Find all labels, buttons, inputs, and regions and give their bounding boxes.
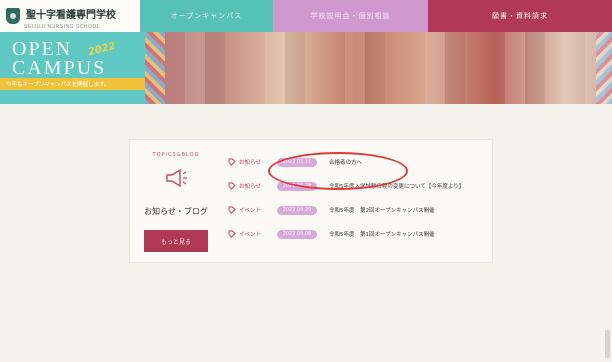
tag-icon [228,158,236,166]
hero-announcement-text: 今年もオープンキャンパスを開催します。 [6,82,110,88]
news-item-1[interactable]: お知らせ 2022.05.11 合格者の方へ [222,150,484,174]
news-item-3[interactable]: イベント 2022.04.20 令和5年度 第2回オープンキャンパス開催 [222,198,484,222]
nav-event[interactable]: 学校説明会・個別相談 [273,0,428,32]
news-category: お知らせ [239,160,261,166]
school-subtitle: SEIJUJI NURSING SCHOOL [24,24,101,30]
news-date: 2022.04.08 [282,231,312,237]
news-date: 2022.05.11 [282,159,312,165]
nav-event-label: 学校説明会・個別相談 [310,12,391,20]
nav-apply[interactable]: 願書・資料請求 [428,0,612,32]
hero-shade [145,32,612,104]
tag-icon [228,182,236,190]
news-title: 令和5年度 第2回オープンキャンパス開催 [329,208,435,214]
news-card: TOPICS&BLOG お知らせ・ブログ もっと見る お知らせ 2022.05.… [130,140,492,262]
news-list: お知らせ 2022.05.11 合格者の方へ お知らせ 2022.04.28 令… [222,150,484,246]
megaphone-icon [166,168,187,188]
tag-icon [228,206,236,214]
news-date-badge: 2022.04.28 [277,181,317,191]
shield-icon [6,8,20,24]
view-more-label: もっと見る [160,238,191,246]
hero-photo [145,32,612,104]
page: 聖十字看護専門学校 SEIJUJI NURSING SCHOOL オープンキャン… [0,0,612,362]
news-category: イベント [239,232,262,238]
nav-apply-label: 願書・資料請求 [492,12,548,20]
scrollbar[interactable] [605,330,610,358]
news-date-badge: 2022.04.20 [277,205,317,215]
news-category: イベント [239,208,262,214]
news-date-badge: 2022.05.11 [277,157,317,167]
news-item-2[interactable]: お知らせ 2022.04.28 令和5年度入学試験日程の変更について【今年度より… [222,174,484,198]
top-navigation-bar: 聖十字看護専門学校 SEIJUJI NURSING SCHOOL オープンキャン… [0,0,612,32]
news-date: 2022.04.28 [282,183,312,189]
news-date: 2022.04.20 [282,207,312,213]
news-title: 令和5年度 第1回オープンキャンパス開催 [329,232,435,238]
topics-label: TOPICS&BLOG [152,152,200,158]
hero-announcement: 今年もオープンキャンパスを開催します。 [0,78,145,90]
nav-open-campus-label: オープンキャンパス [170,12,243,20]
news-sidebar: TOPICS&BLOG お知らせ・ブログ もっと見る [130,140,222,262]
hero-fabric-right [596,32,612,104]
news-date-badge: 2022.04.08 [277,229,317,239]
news-heading: お知らせ・ブログ [144,207,208,216]
school-logo[interactable]: 聖十字看護専門学校 SEIJUJI NURSING SCHOOL [0,0,140,32]
hero-banner[interactable]: OPEN CAMPUS 2022 今年もオープンキャンパスを開催します。 [0,32,612,104]
news-item-4[interactable]: イベント 2022.04.08 令和5年度 第1回オープンキャンパス開催 [222,222,484,246]
view-more-button[interactable]: もっと見る [144,230,208,252]
nav-open-campus[interactable]: オープンキャンパス [140,0,273,32]
hero-title-line2: CAMPUS [12,57,107,79]
tag-icon [228,230,236,238]
news-title: 合格者の方へ [329,160,363,166]
school-name: 聖十字看護専門学校 [26,10,116,21]
news-category: お知らせ [239,184,261,190]
news-title: 令和5年度入学試験日程の変更について【今年度より】 [329,184,465,190]
